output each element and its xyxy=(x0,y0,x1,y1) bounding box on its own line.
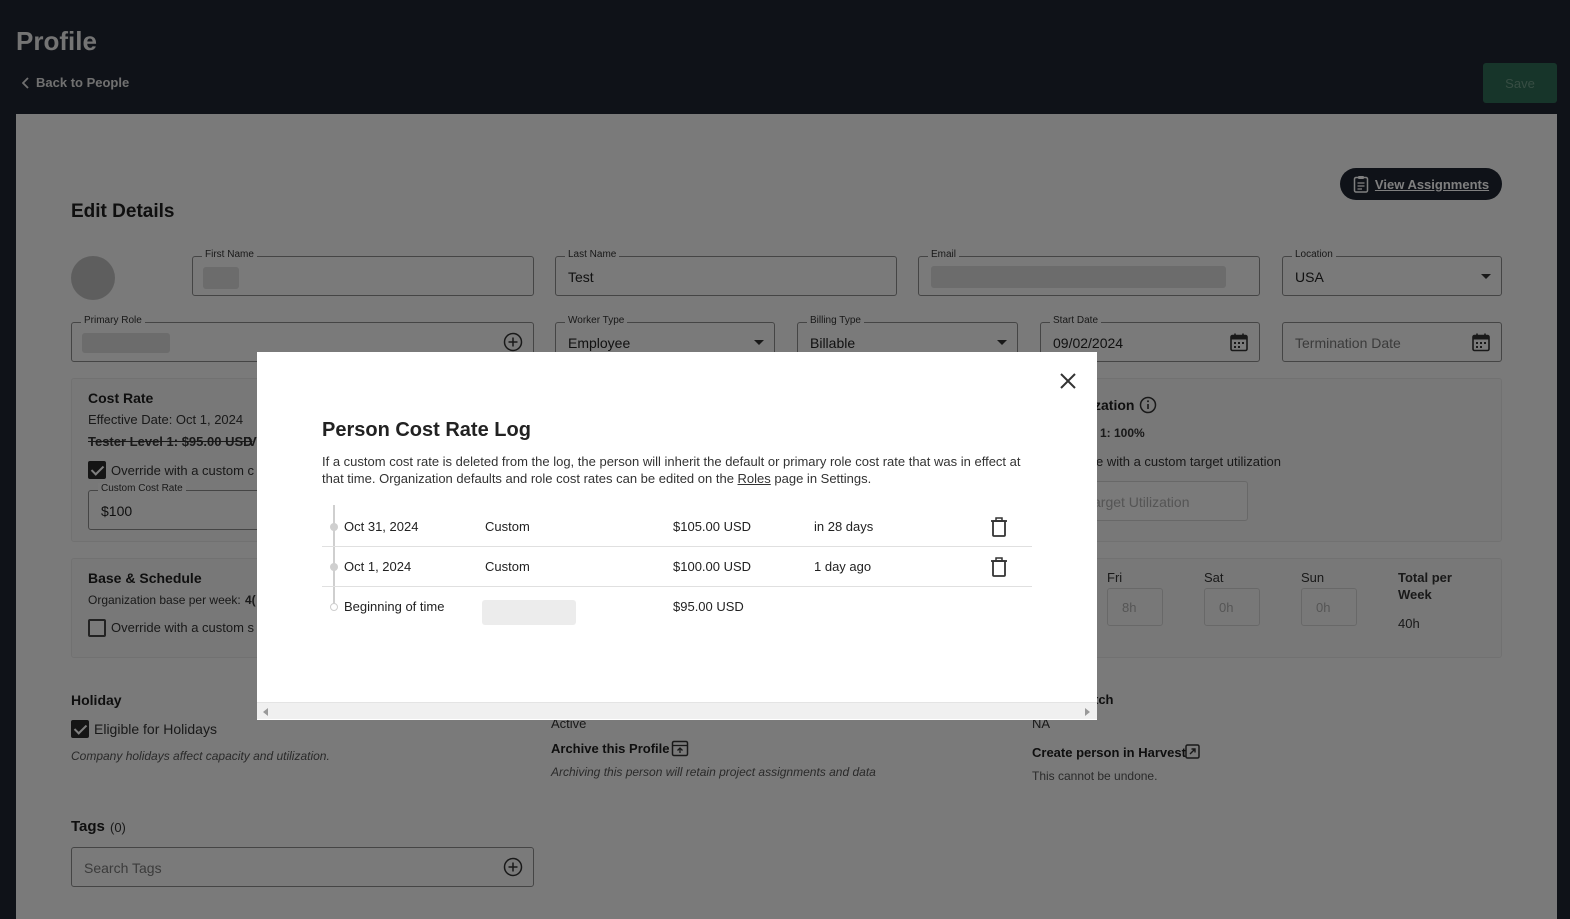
roles-link[interactable]: Roles xyxy=(738,471,771,486)
rate-amount: $105.00 USD xyxy=(673,519,752,534)
rate-date: Oct 31, 2024 xyxy=(344,519,419,534)
rate-log-row: Beginning of time $95.00 USD xyxy=(322,587,1032,627)
close-icon[interactable] xyxy=(1057,370,1079,392)
rate-amount: $95.00 USD xyxy=(673,599,744,614)
redacted-value xyxy=(482,600,576,625)
trash-icon[interactable] xyxy=(990,557,1008,577)
scroll-left-icon[interactable] xyxy=(263,708,268,716)
cost-rate-log-modal: Person Cost Rate Log If a custom cost ra… xyxy=(257,352,1097,720)
rate-log-row: Oct 31, 2024 Custom $105.00 USD in 28 da… xyxy=(322,507,1032,547)
trash-icon[interactable] xyxy=(990,517,1008,537)
rate-relative: 1 day ago xyxy=(814,559,872,574)
modal-desc-text-end: page in Settings. xyxy=(770,471,872,486)
modal-title: Person Cost Rate Log xyxy=(322,419,531,441)
rate-date: Beginning of time xyxy=(344,599,445,614)
modal-description: If a custom cost rate is deleted from th… xyxy=(322,453,1022,487)
rate-type: Custom xyxy=(485,519,530,534)
timeline-dot xyxy=(330,523,338,531)
timeline-dot xyxy=(330,603,338,611)
rate-date: Oct 1, 2024 xyxy=(344,559,412,574)
rate-amount: $100.00 USD xyxy=(673,559,752,574)
rate-relative: in 28 days xyxy=(814,519,874,534)
rate-log-row: Oct 1, 2024 Custom $100.00 USD 1 day ago xyxy=(322,547,1032,587)
horizontal-scrollbar[interactable] xyxy=(257,702,1097,719)
modal-desc-text: If a custom cost rate is deleted from th… xyxy=(322,454,1021,486)
scroll-right-icon[interactable] xyxy=(1085,708,1090,716)
timeline-dot xyxy=(330,563,338,571)
rate-type: Custom xyxy=(485,559,530,574)
